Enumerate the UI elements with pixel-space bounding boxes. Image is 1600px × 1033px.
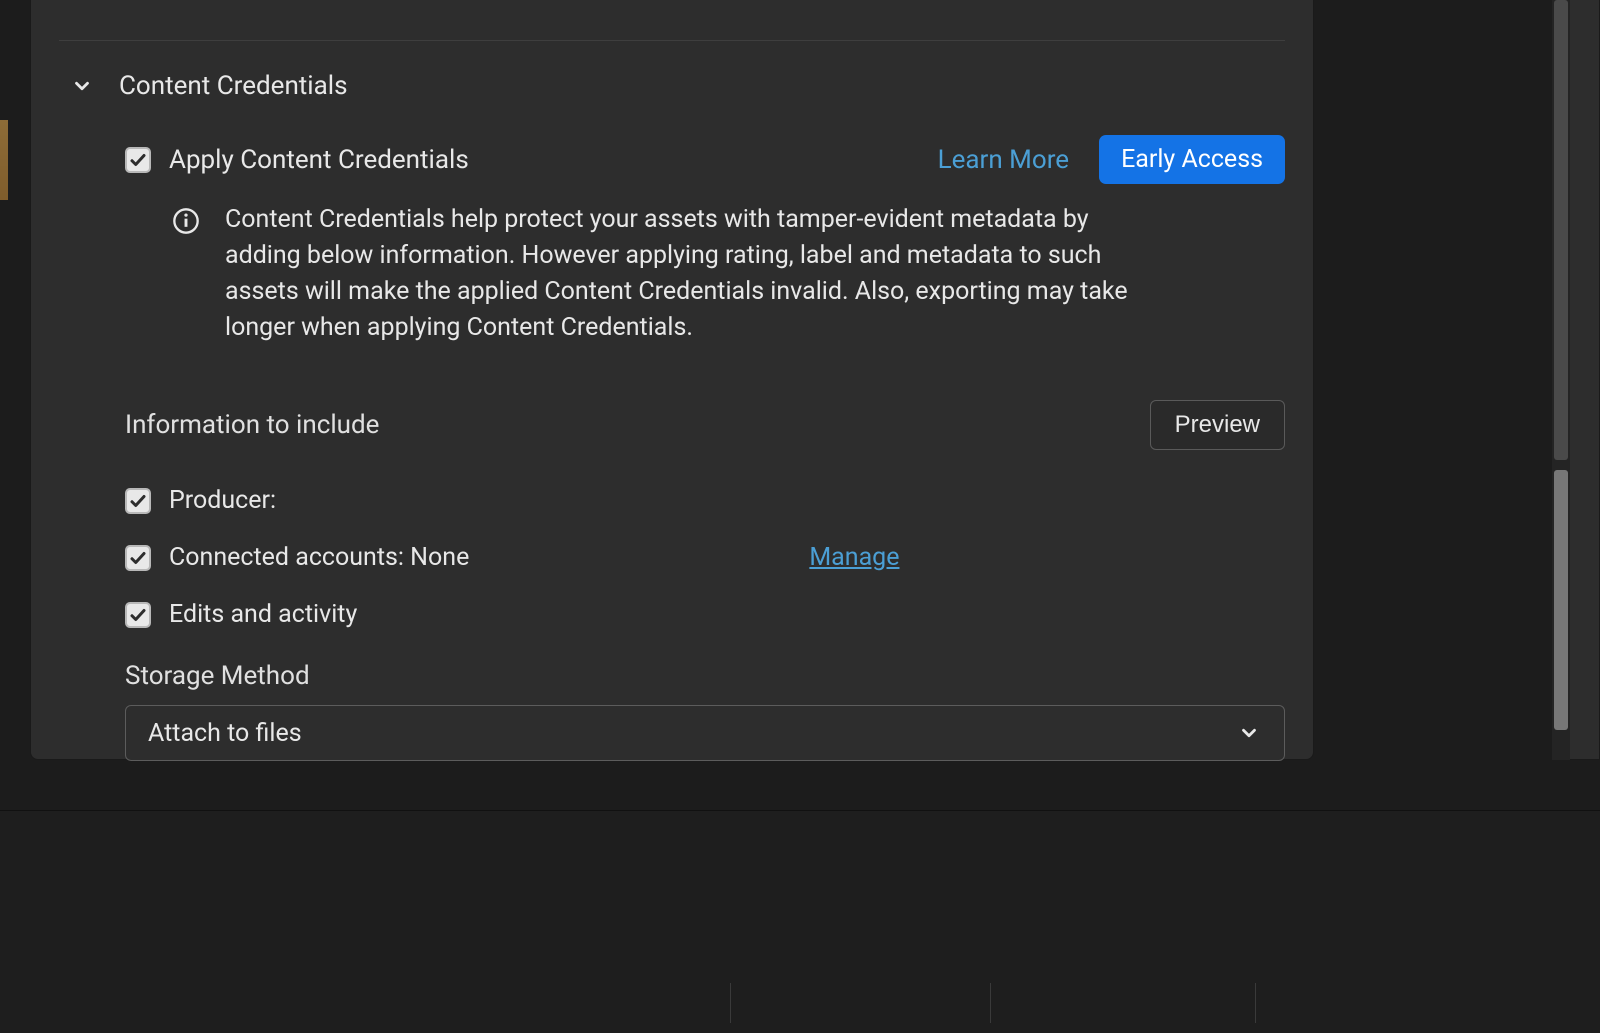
storage-method-label: Storage Method [125,643,1285,705]
apply-label: Apply Content Credentials [169,145,469,175]
panel-right-edge [1570,0,1600,760]
include-list: Producer: Connected accounts: None Manag… [125,450,1285,643]
content-credentials-panel: Content Credentials Apply Content Creden… [30,0,1314,760]
include-title: Information to include [125,410,379,440]
connected-accounts-checkbox[interactable] [125,545,151,571]
apply-checkbox[interactable] [125,147,151,173]
scrollbar-track[interactable] [1552,0,1570,760]
left-edge-sliver [0,120,8,200]
chevron-down-icon[interactable] [67,71,97,101]
preview-button[interactable]: Preview [1150,400,1285,450]
include-item-connected-accounts: Connected accounts: None Manage [125,529,1285,586]
info-row: Content Credentials help protect your as… [125,184,1285,346]
bottom-separator [1255,983,1256,1023]
section-header[interactable]: Content Credentials [59,71,1285,101]
bottom-strip [0,810,1600,1033]
include-item-edits-activity: Edits and activity [125,586,1285,643]
include-item-producer: Producer: [125,472,1285,529]
storage-method-dropdown[interactable]: Attach to files [125,705,1285,761]
bottom-separator [730,983,731,1023]
edits-activity-label: Edits and activity [169,600,357,629]
edits-activity-checkbox[interactable] [125,602,151,628]
bottom-separator [990,983,991,1023]
apply-row: Apply Content Credentials Learn More Ear… [125,135,1285,184]
manage-link[interactable]: Manage [809,543,899,572]
info-icon [171,206,201,236]
producer-label: Producer: [169,486,276,515]
early-access-badge[interactable]: Early Access [1099,135,1285,184]
storage-method-value: Attach to files [148,719,302,748]
scrollbar-thumb[interactable] [1554,0,1568,460]
section-title: Content Credentials [119,71,348,101]
producer-checkbox[interactable] [125,488,151,514]
chevron-down-icon [1236,720,1262,746]
info-text: Content Credentials help protect your as… [225,202,1155,346]
scrollbar-thumb[interactable] [1554,470,1568,730]
connected-accounts-label: Connected accounts: None [169,543,469,572]
learn-more-link[interactable]: Learn More [938,145,1069,175]
content-credentials-section: Content Credentials Apply Content Creden… [59,41,1285,761]
include-header-row: Information to include Preview [125,346,1285,450]
